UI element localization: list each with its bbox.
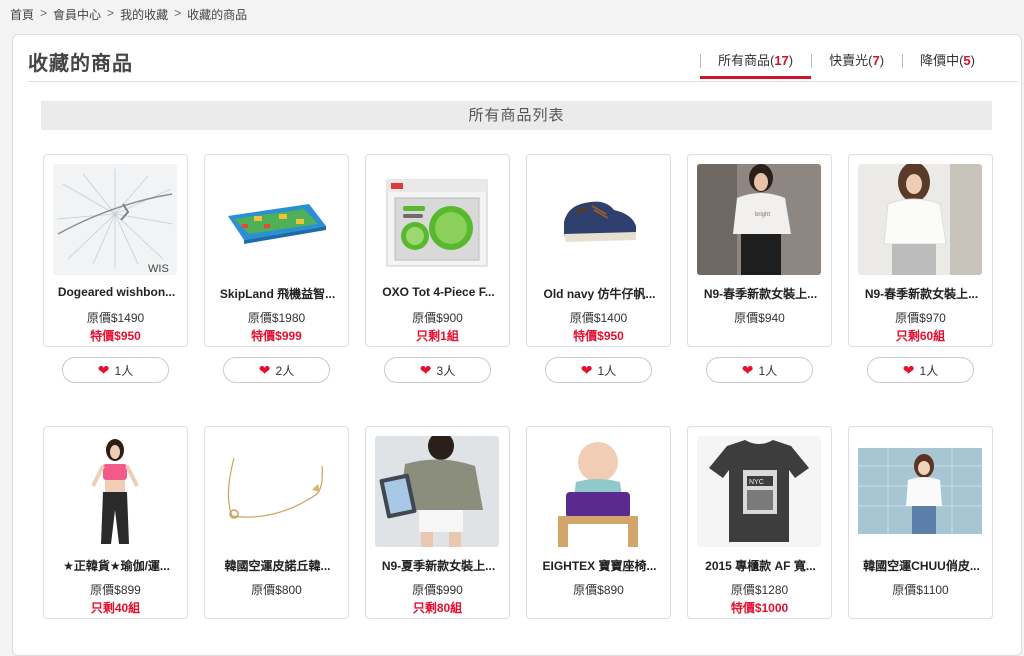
sale-status: 只剩60組 bbox=[895, 329, 946, 343]
product-name[interactable]: Old navy 仿牛仔帆... bbox=[533, 285, 666, 302]
like-button[interactable]: ❤ 1人 bbox=[706, 357, 813, 383]
product-image-feeding-set[interactable] bbox=[375, 164, 499, 275]
like-count: 1人 bbox=[597, 363, 617, 378]
original-price: 原價$1980 bbox=[247, 311, 306, 325]
product-image-necklace[interactable] bbox=[214, 436, 338, 547]
breadcrumb: 首頁 > 會員中心 > 我的收藏 > 收藏的商品 bbox=[10, 6, 247, 23]
original-price: 原價$890 bbox=[573, 583, 624, 597]
svg-text:bright: bright bbox=[755, 212, 770, 218]
product-image-summer-top[interactable] bbox=[375, 436, 499, 547]
product-card[interactable]: N9-春季新款女裝上... 原價$970 只剩60組 bbox=[848, 154, 993, 347]
product-card[interactable]: Old navy 仿牛仔帆... 原價$1400 特價$950 bbox=[526, 154, 671, 347]
product-card[interactable]: NYC 2015 專櫃款 AF 寬... 原價$1280 特價$1000 bbox=[687, 426, 832, 619]
product-image-yoga-wear[interactable] bbox=[53, 436, 177, 547]
product-card[interactable]: OXO Tot 4-Piece F... 原價$900 只剩1組 bbox=[365, 154, 510, 347]
original-price: 原價$990 bbox=[412, 583, 463, 597]
sale-status: 特價$999 bbox=[251, 329, 302, 343]
like-count: 1人 bbox=[114, 363, 134, 378]
sale-status: 只剩1組 bbox=[416, 329, 459, 343]
original-price: 原價$900 bbox=[412, 311, 463, 325]
breadcrumb-home[interactable]: 首頁 bbox=[10, 6, 34, 23]
original-price: 原價$1400 bbox=[569, 311, 628, 325]
product-name[interactable]: 韓國空運皮諾丘韓... bbox=[211, 557, 344, 574]
tab-selling-out[interactable]: 快賣光(7) bbox=[811, 53, 902, 79]
product-name[interactable]: N9-春季新款女裝上... bbox=[855, 285, 988, 302]
like-count: 1人 bbox=[919, 363, 939, 378]
heart-icon: ❤ bbox=[902, 362, 915, 378]
tab-label: 所有商品 bbox=[717, 53, 770, 68]
tab-all-products[interactable]: 所有商品(17) bbox=[699, 53, 812, 79]
product-image-chuu-blouse[interactable] bbox=[858, 436, 982, 547]
product-name[interactable]: SkipLand 飛機益智... bbox=[211, 285, 344, 302]
original-price: 原價$800 bbox=[251, 583, 302, 597]
like-button[interactable]: ❤ 1人 bbox=[867, 357, 974, 383]
tab-label: 快賣光 bbox=[829, 53, 869, 68]
section-title: 所有商品列表 bbox=[41, 101, 992, 130]
product-image-puzzle-mat[interactable] bbox=[214, 164, 338, 275]
breadcrumb-separator: > bbox=[107, 6, 115, 20]
original-price: 原價$970 bbox=[895, 311, 946, 325]
breadcrumb-separator: > bbox=[40, 6, 48, 20]
like-count: 3人 bbox=[436, 363, 456, 378]
product-card[interactable]: WIS Dogeared wishbon... 原價$1490 特價$950 bbox=[43, 154, 188, 347]
product-name[interactable]: EIGHTEX 寶寶座椅... bbox=[533, 557, 666, 574]
product-image-graphic-tee[interactable]: NYC bbox=[697, 436, 821, 547]
heart-icon: ❤ bbox=[419, 362, 432, 378]
tab-label: 降價中 bbox=[920, 53, 960, 68]
product-name[interactable]: 2015 專櫃款 AF 寬... bbox=[694, 557, 827, 574]
title-divider bbox=[28, 81, 1018, 82]
product-image-blouse-model[interactable] bbox=[858, 164, 982, 275]
sale-status: 特價$1000 bbox=[730, 601, 789, 615]
breadcrumb-member-center[interactable]: 會員中心 bbox=[53, 6, 101, 23]
like-button[interactable]: ❤ 1人 bbox=[62, 357, 169, 383]
product-card[interactable]: N9-夏季新款女裝上... 原價$990 只剩80組 bbox=[365, 426, 510, 619]
original-price: 原價$899 bbox=[90, 583, 141, 597]
svg-text:NYC: NYC bbox=[749, 479, 764, 486]
breadcrumb-separator: > bbox=[174, 6, 182, 20]
sale-status: 只剩40組 bbox=[90, 601, 141, 615]
original-price: 原價$940 bbox=[734, 311, 785, 325]
product-card[interactable]: bright N9-春季新款女裝上... 原價$940 bbox=[687, 154, 832, 347]
heart-icon: ❤ bbox=[580, 362, 593, 378]
product-image-tshirt-model[interactable]: bright bbox=[697, 164, 821, 275]
product-image-baby-seat[interactable] bbox=[536, 436, 660, 547]
like-button[interactable]: ❤ 2人 bbox=[223, 357, 330, 383]
breadcrumb-current: 收藏的商品 bbox=[187, 8, 248, 22]
product-image-bracelet[interactable]: WIS bbox=[53, 164, 177, 275]
sale-status: 只剩80組 bbox=[412, 601, 463, 615]
product-image-shoe[interactable] bbox=[536, 164, 660, 275]
tab-price-drop[interactable]: 降價中(5) bbox=[902, 53, 993, 79]
tab-count: 5 bbox=[963, 53, 971, 68]
page-title: 收藏的商品 bbox=[28, 53, 133, 75]
like-button[interactable]: ❤ 1人 bbox=[545, 357, 652, 383]
product-card[interactable]: EIGHTEX 寶寶座椅... 原價$890 bbox=[526, 426, 671, 619]
svg-text:WIS: WIS bbox=[148, 263, 169, 275]
original-price: 原價$1490 bbox=[86, 311, 145, 325]
tab-bar: 所有商品(17) 快賣光(7) 降價中(5) bbox=[699, 53, 993, 79]
product-name[interactable]: OXO Tot 4-Piece F... bbox=[372, 285, 505, 299]
tab-count: 17 bbox=[774, 53, 789, 68]
product-name[interactable]: N9-春季新款女裝上... bbox=[694, 285, 827, 302]
heart-icon: ❤ bbox=[97, 362, 110, 378]
product-card[interactable]: 韓國空運皮諾丘韓... 原價$800 bbox=[204, 426, 349, 619]
heart-icon: ❤ bbox=[258, 362, 271, 378]
original-price: 原價$1100 bbox=[892, 583, 949, 597]
product-name[interactable]: Dogeared wishbon... bbox=[50, 285, 183, 299]
like-count: 1人 bbox=[758, 363, 778, 378]
product-card[interactable]: ★正韓貨★瑜伽/運... 原價$899 只剩40組 bbox=[43, 426, 188, 619]
product-card[interactable]: 韓國空運CHUU俏皮... 原價$1100 bbox=[848, 426, 993, 619]
sale-status: 特價$950 bbox=[573, 329, 624, 343]
favorites-panel: 收藏的商品 所有商品(17) 快賣光(7) 降價中(5) 所有商品列表 WIS … bbox=[12, 34, 1022, 656]
product-name[interactable]: ★正韓貨★瑜伽/運... bbox=[50, 557, 183, 574]
original-price: 原價$1280 bbox=[730, 583, 789, 597]
breadcrumb-my-favorites[interactable]: 我的收藏 bbox=[120, 6, 168, 23]
tab-count: 7 bbox=[872, 53, 880, 68]
product-name[interactable]: N9-夏季新款女裝上... bbox=[372, 557, 505, 574]
sale-status: 特價$950 bbox=[90, 329, 141, 343]
heart-icon: ❤ bbox=[741, 362, 754, 378]
like-count: 2人 bbox=[275, 363, 295, 378]
like-button[interactable]: ❤ 3人 bbox=[384, 357, 491, 383]
product-card[interactable]: SkipLand 飛機益智... 原價$1980 特價$999 bbox=[204, 154, 349, 347]
product-name[interactable]: 韓國空運CHUU俏皮... bbox=[855, 557, 988, 574]
